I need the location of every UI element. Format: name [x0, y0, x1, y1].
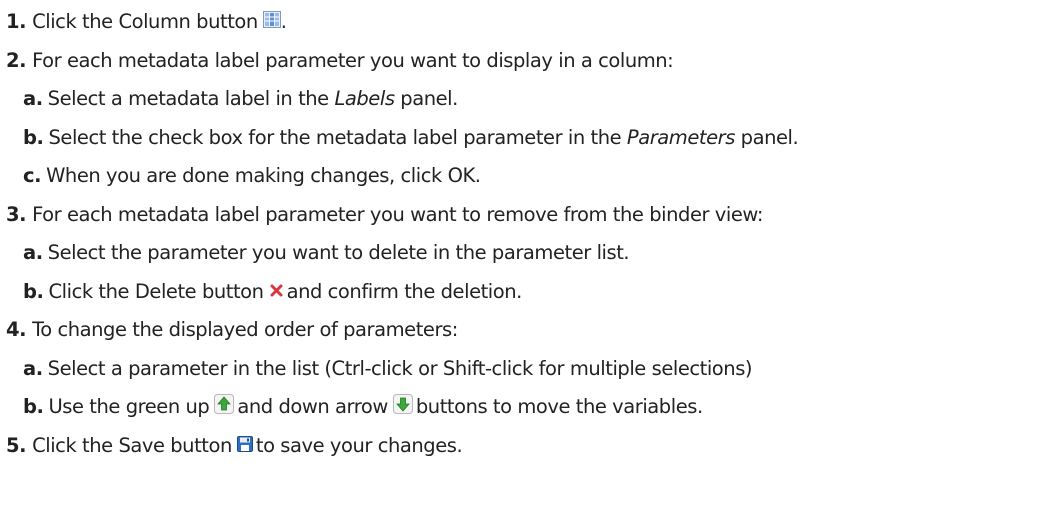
step-2a: a. Select a metadata label in the Labels… [6, 80, 1042, 119]
step-2: 2. For each metadata label parameter you… [6, 42, 1042, 81]
green-up-arrow-icon [214, 394, 235, 420]
labels-panel-name: Labels [334, 87, 395, 111]
step-number: 5. [6, 433, 27, 457]
substep-letter: a. [23, 241, 43, 265]
substep-text: When you are done making changes, click … [46, 164, 481, 188]
green-down-arrow-icon [392, 394, 413, 420]
substep-text: Select a parameter in the list (Ctrl-cli… [47, 356, 753, 380]
substep-text: Select the parameter you want to delete … [47, 241, 630, 265]
step-5: 5. Click the Save button to save your ch… [6, 427, 1042, 466]
substep-text: Use the green up and down arrow buttons … [48, 394, 703, 420]
step-text: For each metadata label parameter you wa… [32, 48, 674, 72]
substep-letter: a. [23, 87, 43, 111]
delete-icon [269, 280, 284, 304]
step-number: 3. [6, 202, 27, 226]
step-text: Click the Column button . [32, 10, 287, 34]
step-1: 1. Click the Column button . [6, 3, 1042, 42]
step-3: 3. For each metadata label parameter you… [6, 196, 1042, 235]
step-text: To change the displayed order of paramet… [32, 318, 458, 342]
step-3a: a. Select the parameter you want to dele… [6, 234, 1042, 273]
substep-letter: a. [23, 356, 43, 380]
step-4a: a. Select a parameter in the list (Ctrl-… [6, 350, 1042, 389]
step-text: Click the Save button to save your chang… [32, 433, 463, 458]
instruction-list: 1. Click the Column button . 2. For each… [0, 0, 1042, 465]
step-2c: c. When you are done making changes, cli… [6, 157, 1042, 196]
save-icon [236, 434, 253, 458]
substep-text: Select a metadata label in the Labels pa… [47, 87, 459, 111]
substep-letter: b. [23, 279, 44, 303]
step-4: 4. To change the displayed order of para… [6, 311, 1042, 350]
step-4b: b. Use the green up and down arrow butto… [6, 388, 1042, 427]
substep-letter: c. [23, 164, 42, 188]
step-number: 2. [6, 48, 27, 72]
substep-text: Select the check box for the metadata la… [48, 125, 799, 149]
step-number: 1. [6, 10, 27, 34]
substep-letter: b. [23, 125, 44, 149]
step-3b: b. Click the Delete button and confirm t… [6, 273, 1042, 312]
step-2b: b. Select the check box for the metadata… [6, 119, 1042, 158]
column-icon [262, 10, 281, 34]
substep-letter: b. [23, 395, 44, 419]
step-number: 4. [6, 318, 27, 342]
parameters-panel-name: Parameters [626, 125, 735, 149]
step-text: For each metadata label parameter you wa… [32, 202, 763, 226]
substep-text: Click the Delete button and confirm the … [48, 279, 522, 304]
